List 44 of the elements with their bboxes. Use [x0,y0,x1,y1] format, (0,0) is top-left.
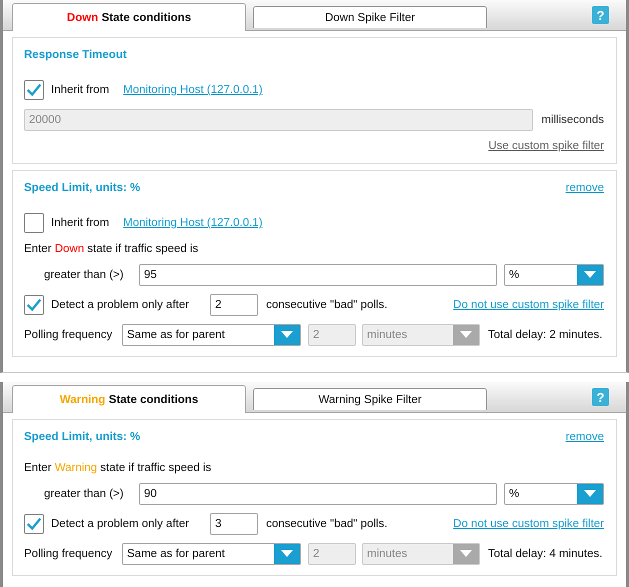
unit-label: milliseconds [541,114,604,126]
caret-icon [584,271,596,279]
tab[interactable]: Down Spike Filter [253,6,487,28]
section-title: Speed Limit, units: % [24,182,140,194]
polls-field[interactable]: 2 [210,294,258,316]
spike-filter-link[interactable]: Do not use custom spike filter [453,518,604,530]
checkbox[interactable] [24,514,44,534]
condition-text: Enter Warning state if traffic speed is [24,462,212,474]
threshold-field[interactable]: 95 [139,264,497,286]
host-link[interactable]: Monitoring Host (127.0.0.1) [123,217,263,229]
remove-link[interactable]: remove [566,431,604,443]
caret-icon [460,550,472,558]
caret-icon [584,490,596,498]
spike-filter-link[interactable]: Do not use custom spike filter [453,299,604,311]
polls-label: consecutive "bad" polls. [266,299,388,311]
total-delay-text: Total delay: 4 minutes. [488,548,602,560]
total-delay-text: Total delay: 2 minutes. [488,329,602,341]
comparison-label: greater than (>) [44,488,125,500]
comparison-label: greater than (>) [44,269,125,281]
checkbox-label: Inherit from [51,84,110,96]
checkbox-label: Detect a problem only after [51,299,190,311]
unit-dropdown[interactable]: % [504,264,604,286]
remove-link[interactable]: remove [566,182,604,194]
tab[interactable]: Warning State conditions [12,385,246,413]
section-title: Speed Limit, units: % [24,431,140,443]
section-title: Response Timeout [24,49,127,61]
polls-label: consecutive "bad" polls. [266,518,388,530]
unit-dropdown[interactable]: % [504,483,604,505]
polls-field[interactable]: 3 [210,513,258,535]
caret-icon [460,331,472,339]
checkbox[interactable] [24,295,44,315]
checkbox-label: Detect a problem only after [51,518,190,530]
caret-icon [281,331,293,339]
host-link[interactable]: Monitoring Host (127.0.0.1) [123,84,263,96]
checkbox-label: Inherit from [51,217,110,229]
tab[interactable]: Down State conditions [12,3,246,31]
condition-text: Enter Down state if traffic speed is [24,243,198,255]
checkbox[interactable] [24,80,44,100]
threshold-field[interactable]: 90 [139,483,497,505]
polling-label: Polling frequency [24,548,114,560]
checkbox[interactable] [24,213,44,233]
tab[interactable]: Warning Spike Filter [253,388,487,410]
caret-icon [281,550,293,558]
polling-label: Polling frequency [24,329,114,341]
